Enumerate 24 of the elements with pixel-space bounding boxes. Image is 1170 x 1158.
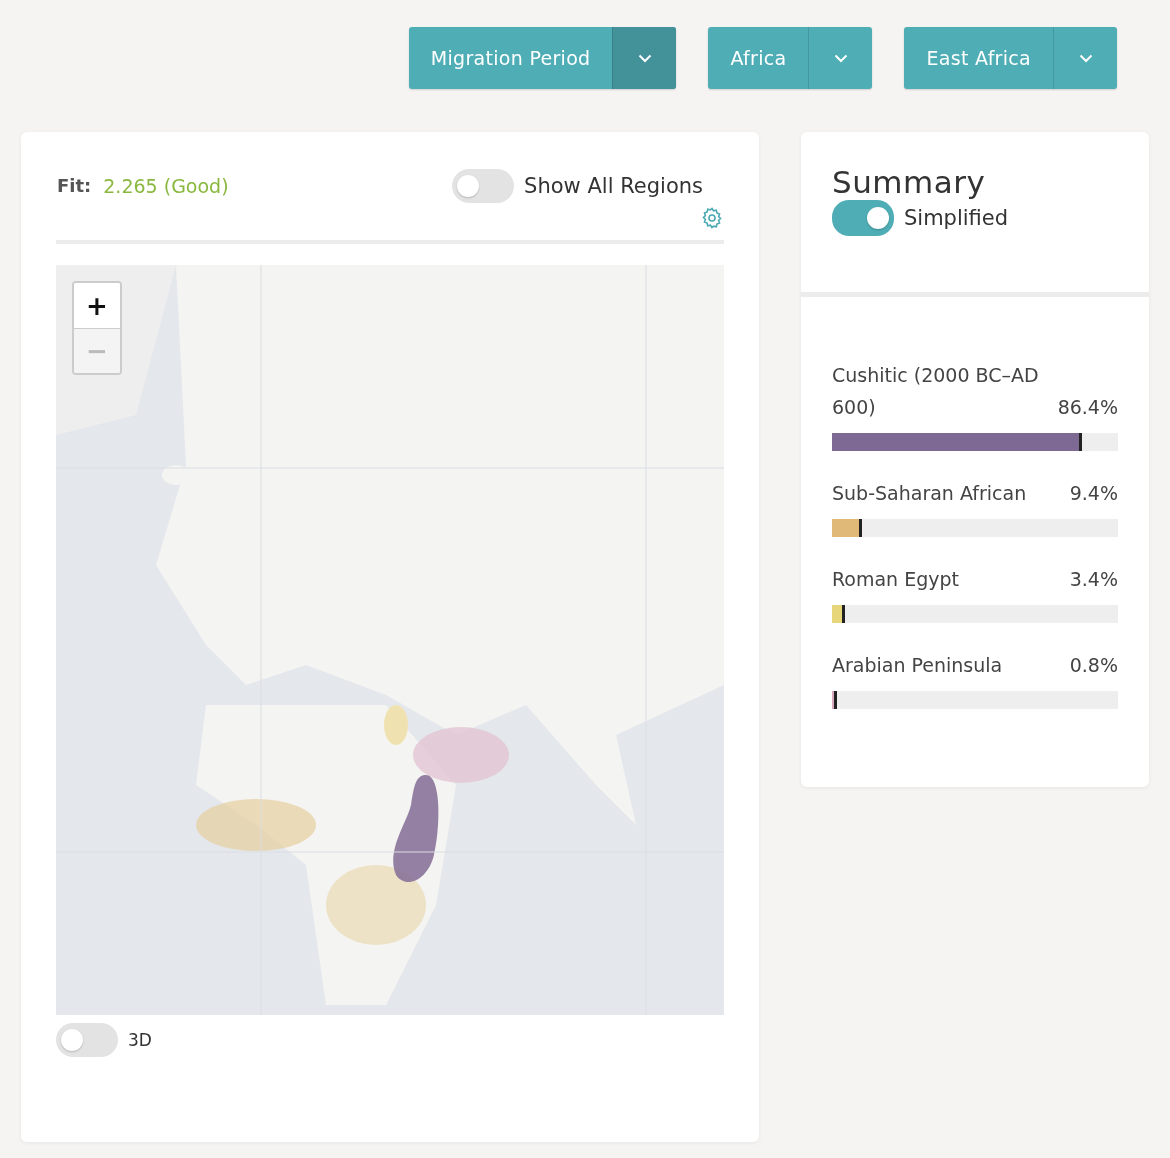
dropdown[interactable]: East Africa (904, 27, 1117, 89)
toggle-label: Show All Regions (524, 174, 703, 198)
chevron-down-icon (833, 53, 848, 63)
toggle-switch[interactable] (832, 200, 894, 236)
dropdown[interactable]: Migration Period (408, 27, 677, 89)
dropdown[interactable]: Africa (708, 27, 873, 89)
ancestry-name: Arabian Peninsula (832, 653, 1004, 678)
ancestry-percent: 9.4% (1069, 481, 1118, 506)
toggle-switch[interactable] (56, 1023, 118, 1057)
toggle-switch[interactable] (452, 169, 515, 203)
ancestry-name: Cushitic (2000 BC–AD 600) (832, 363, 1040, 420)
settings-icon[interactable] (700, 206, 724, 230)
ancestry-percent: 3.4% (1069, 567, 1118, 592)
ancestry-percent: 86.4% (1057, 395, 1118, 420)
summary-title: Summary (832, 164, 987, 200)
chevron-down-icon (637, 53, 652, 63)
ancestry-name: Sub-Saharan African (832, 481, 1028, 506)
toggle-label: Simplified (904, 206, 1009, 230)
ancestry-percent: 0.8% (1069, 653, 1118, 678)
fit-value: 2.265 (Good) (103, 175, 229, 197)
toggle-label: 3D (128, 1030, 152, 1050)
fit-label: Fit: (57, 175, 92, 197)
ancestry-name: Roman Egypt (832, 567, 961, 592)
chevron-down-icon (1078, 53, 1093, 63)
